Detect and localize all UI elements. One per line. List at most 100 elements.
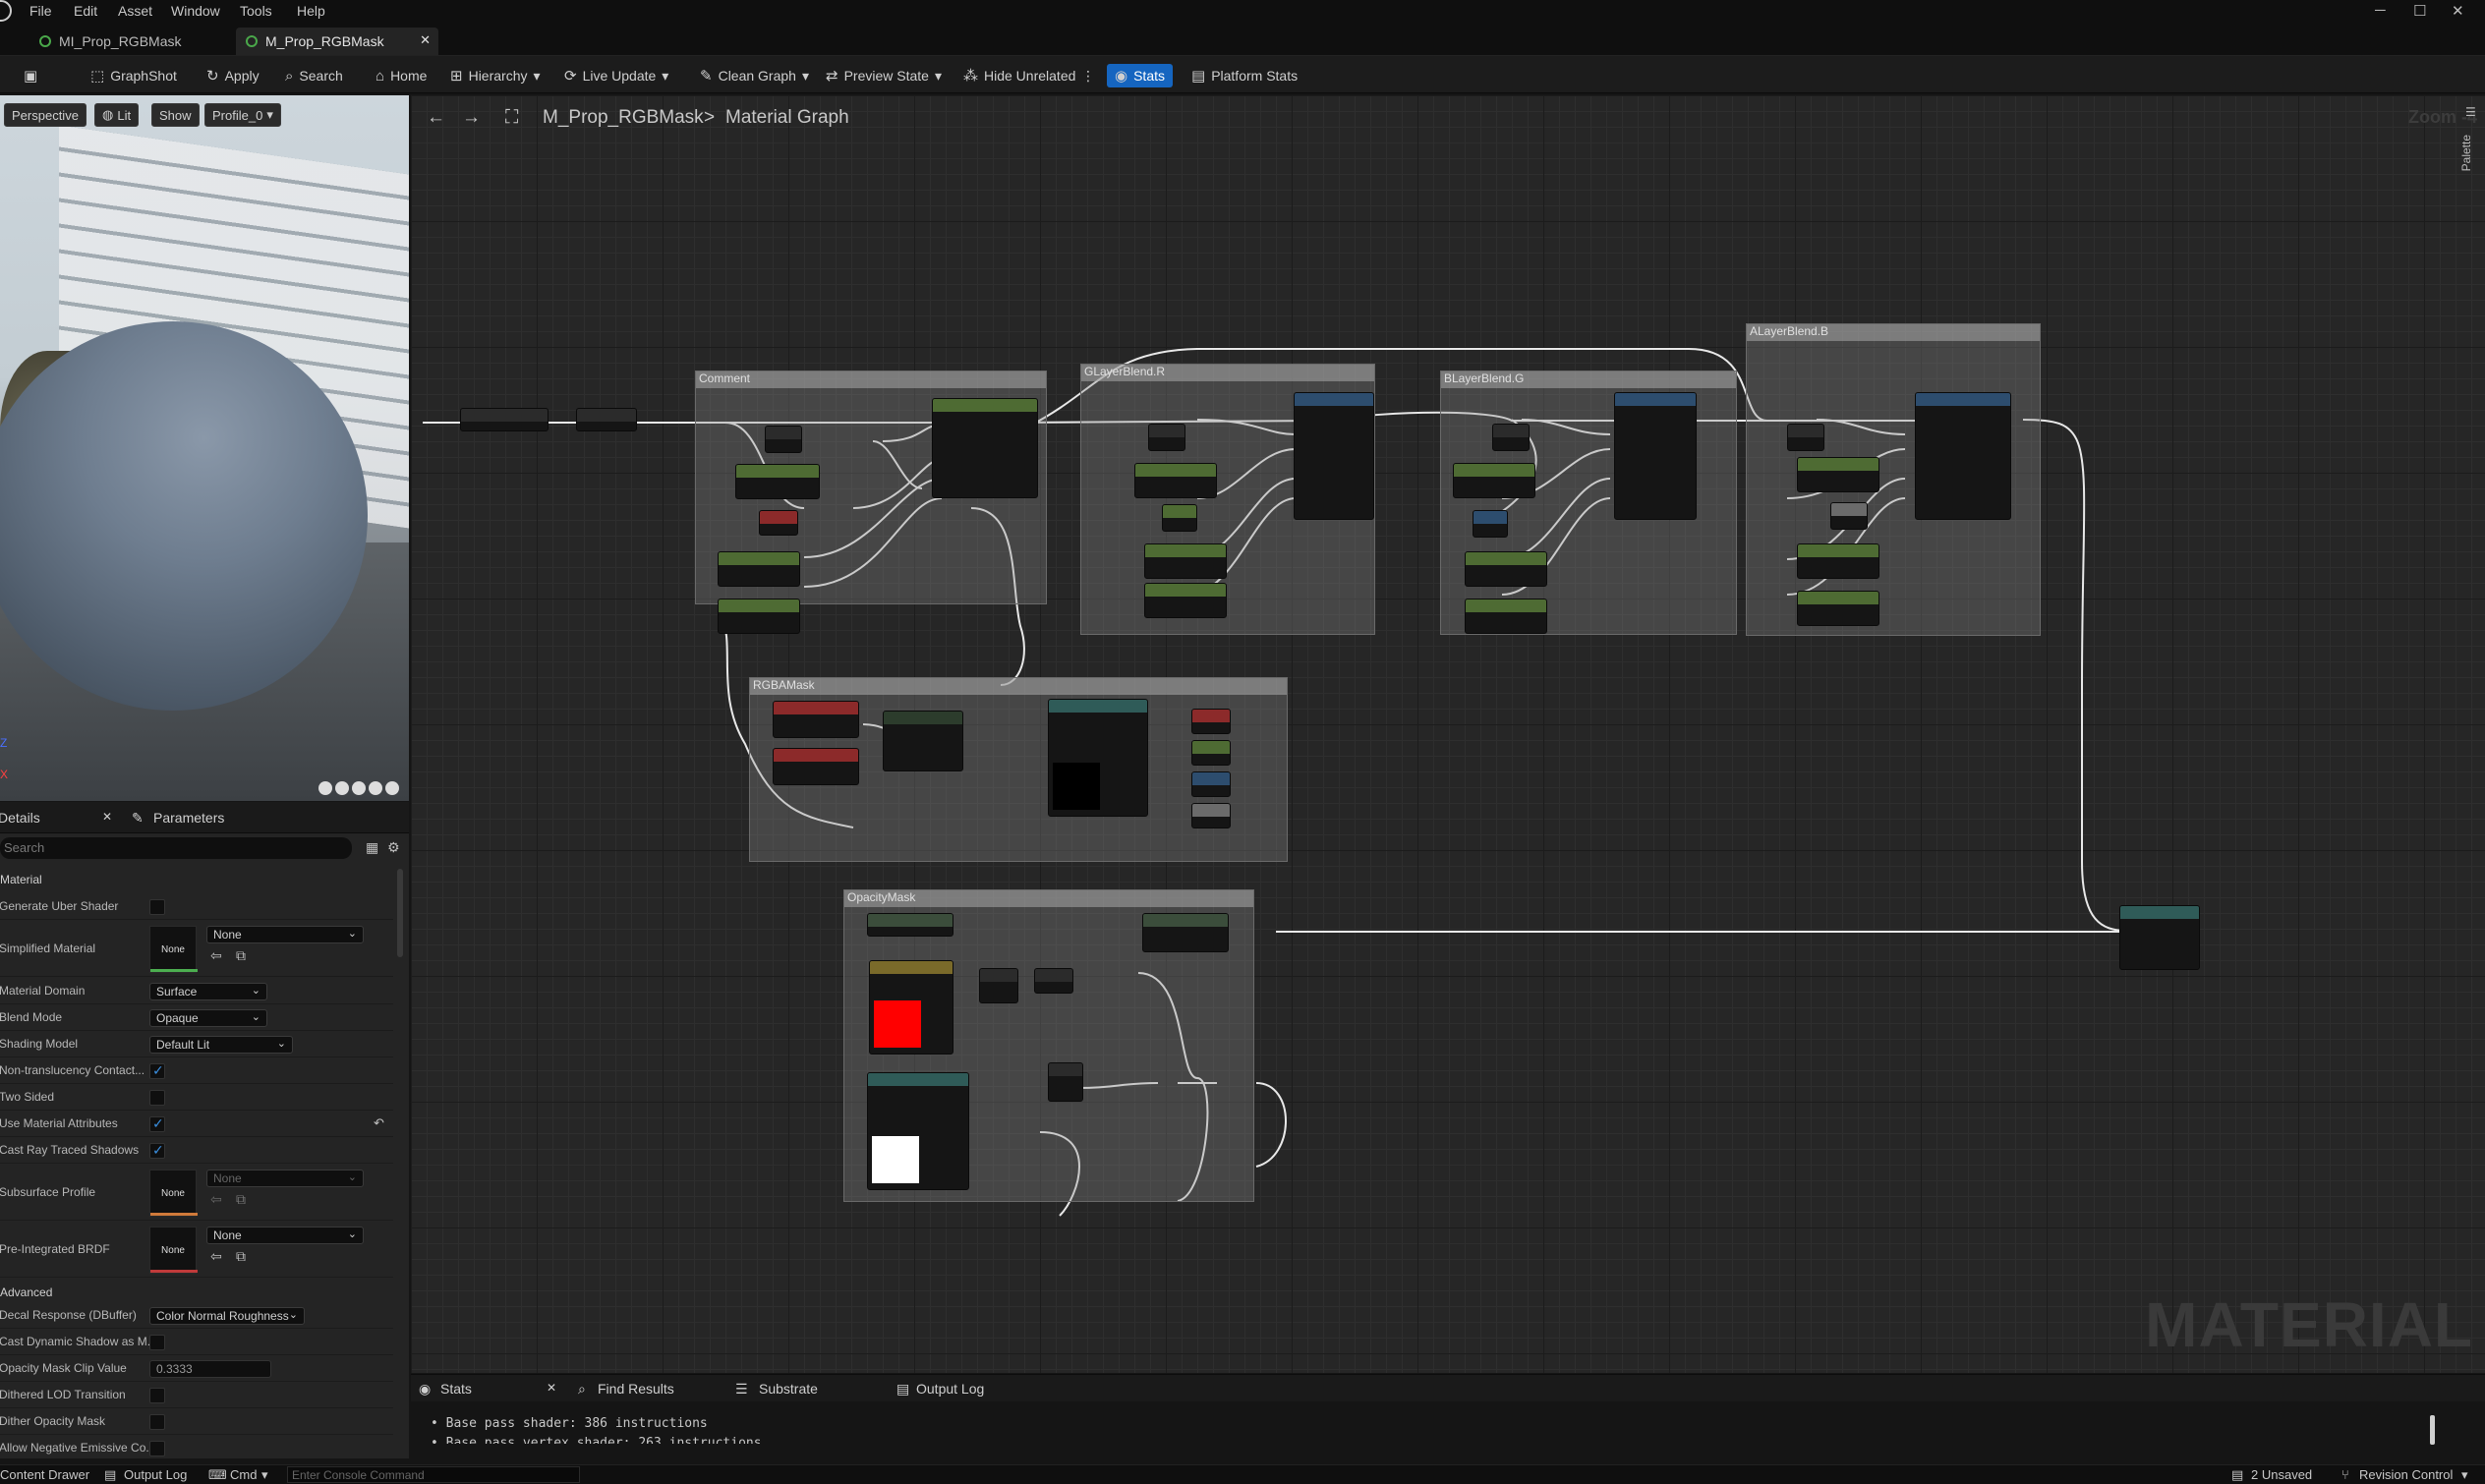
graph-node[interactable] — [1142, 913, 1229, 952]
graph-node[interactable] — [1144, 543, 1227, 579]
browse-icon[interactable]: ⧉ — [236, 947, 246, 964]
graph-node[interactable] — [1191, 803, 1231, 828]
browse-icon[interactable]: ⧉ — [236, 1191, 246, 1208]
cast-ray-traced-shadows-checkbox[interactable] — [149, 1142, 165, 1159]
home-button[interactable]: ⌂ Home — [376, 64, 427, 87]
chevron-down-icon[interactable]: ▾ — [2461, 1467, 2468, 1483]
graph-node[interactable] — [1294, 392, 1374, 520]
graph-node[interactable] — [1797, 543, 1879, 579]
search-button[interactable]: ⌕ Search — [285, 64, 343, 87]
graph-node[interactable] — [979, 968, 1018, 1003]
graph-node[interactable] — [932, 398, 1038, 498]
opacity-mask-clip-input[interactable]: 0.3333 — [149, 1360, 271, 1378]
menu-help[interactable]: Help — [297, 3, 325, 19]
graph-node[interactable] — [1148, 424, 1185, 451]
plane-icon[interactable] — [352, 781, 366, 795]
subsurface-profile-combo[interactable]: None ⌄ — [206, 1170, 364, 1187]
menu-tools[interactable]: Tools — [240, 3, 272, 19]
graph-node[interactable] — [1134, 463, 1217, 498]
cube-icon[interactable] — [369, 781, 382, 795]
graph-node[interactable] — [867, 1072, 969, 1190]
graph-node[interactable] — [718, 551, 800, 587]
table-view-icon[interactable]: ▦ — [366, 839, 378, 856]
tab-m-prop-rgbmask[interactable]: M_Prop_RGBMask ✕ — [236, 28, 438, 55]
dither-opacity-mask-checkbox[interactable] — [149, 1414, 165, 1430]
tab-stats[interactable]: Stats — [440, 1381, 472, 1397]
close-icon[interactable]: ✕ — [547, 1381, 556, 1395]
perspective-button[interactable]: Perspective — [4, 103, 87, 127]
simplified-material-combo[interactable]: None ⌄ — [206, 926, 364, 943]
hide-unrelated-button[interactable]: ⁂ Hide Unrelated — [963, 64, 1075, 87]
menu-file[interactable]: File — [29, 3, 52, 19]
close-icon[interactable]: ✕ — [2452, 2, 2464, 20]
platform-stats-button[interactable]: ▤ Platform Stats — [1191, 64, 1298, 87]
graph-node[interactable] — [883, 711, 963, 771]
graph-node[interactable] — [765, 426, 802, 453]
graph-node[interactable] — [1144, 583, 1227, 618]
shading-model-combo[interactable]: Default Lit ⌄ — [149, 1036, 293, 1054]
minimize-icon[interactable]: ─ — [2375, 2, 2386, 19]
dithered-lod-checkbox[interactable] — [149, 1388, 165, 1403]
log-scrollbar[interactable] — [2430, 1415, 2435, 1445]
console-input[interactable]: Enter Console Command — [287, 1466, 580, 1483]
content-drawer-button[interactable]: Content Drawer — [0, 1467, 89, 1482]
preview-state-button[interactable]: ⇄ Preview State ▾ — [826, 64, 942, 87]
live-update-button[interactable]: ⟳ Live Update ▾ — [564, 64, 668, 87]
graph-node[interactable] — [1453, 463, 1535, 498]
unreal-logo-icon[interactable] — [0, 0, 12, 22]
graph-node[interactable] — [1492, 424, 1530, 451]
use-selected-icon[interactable]: ⇦ — [210, 1248, 222, 1265]
close-icon[interactable]: ✕ — [102, 810, 112, 824]
use-material-attributes-checkbox[interactable] — [149, 1115, 165, 1132]
graph-node[interactable] — [1034, 968, 1073, 994]
graph-node[interactable] — [759, 510, 798, 536]
browse-button[interactable]: ▣ — [24, 64, 37, 87]
two-sided-checkbox[interactable] — [149, 1090, 165, 1106]
chevron-down-icon[interactable]: ▾ — [261, 1467, 268, 1483]
menu-edit[interactable]: Edit — [74, 3, 97, 19]
graph-node[interactable] — [718, 599, 800, 634]
use-selected-icon[interactable]: ⇦ — [210, 1191, 222, 1208]
maximize-icon[interactable]: ☐ — [2413, 2, 2426, 20]
tab-close-icon[interactable]: ✕ — [420, 32, 431, 48]
graph-node[interactable] — [773, 748, 859, 785]
graphshot-button[interactable]: ⬚ GraphShot — [90, 64, 177, 87]
category-advanced[interactable]: Advanced — [0, 1285, 52, 1299]
apply-button[interactable]: ↻ Apply — [206, 64, 260, 87]
graph-node[interactable] — [1191, 709, 1231, 734]
more-options-button[interactable]: ⋮ — [1081, 64, 1095, 87]
unsaved-button[interactable]: 2 Unsaved — [2251, 1467, 2312, 1482]
category-material[interactable]: Material — [0, 873, 42, 886]
material-graph-canvas[interactable]: ← → ⛶ M_Prop_RGBMask > Material Graph Zo… — [411, 95, 2485, 1373]
preview-shape-buttons[interactable] — [318, 781, 405, 797]
teapot-icon[interactable] — [385, 781, 399, 795]
tab-substrate[interactable]: Substrate — [759, 1381, 818, 1397]
cast-dynamic-shadow-checkbox[interactable] — [149, 1335, 165, 1350]
graph-node[interactable] — [1787, 424, 1824, 451]
cmd-button[interactable]: Cmd — [230, 1467, 257, 1482]
tab-details[interactable]: Details — [0, 810, 40, 826]
browse-icon[interactable]: ⧉ — [236, 1248, 246, 1265]
graph-node[interactable] — [1473, 510, 1508, 538]
menu-asset[interactable]: Asset — [118, 3, 152, 19]
tab-output-log[interactable]: Output Log — [916, 1381, 984, 1397]
graph-node[interactable] — [1830, 502, 1868, 530]
graph-node[interactable] — [460, 408, 549, 431]
graph-node[interactable] — [1048, 1062, 1083, 1102]
graph-node[interactable] — [1797, 591, 1879, 626]
translucency-contact-checkbox[interactable] — [149, 1062, 165, 1079]
brdf-thumbnail[interactable]: None — [149, 1227, 198, 1274]
details-search-input[interactable]: Search — [0, 837, 352, 859]
graph-node[interactable] — [1614, 392, 1697, 520]
profile-button[interactable]: Profile_0 ▾ — [204, 103, 281, 127]
output-log-button[interactable]: Output Log — [124, 1467, 187, 1482]
graph-node[interactable] — [1162, 504, 1197, 532]
allow-negative-emissive-checkbox[interactable] — [149, 1441, 165, 1456]
sphere-icon[interactable] — [335, 781, 349, 795]
reset-icon[interactable]: ↶ — [374, 1115, 384, 1131]
graph-node[interactable] — [735, 464, 820, 499]
hierarchy-button[interactable]: ⊞ Hierarchy ▾ — [450, 64, 541, 87]
stats-button[interactable]: ◉ Stats — [1107, 64, 1173, 87]
show-button[interactable]: Show — [151, 103, 200, 127]
simplified-material-thumbnail[interactable]: None — [149, 926, 198, 973]
